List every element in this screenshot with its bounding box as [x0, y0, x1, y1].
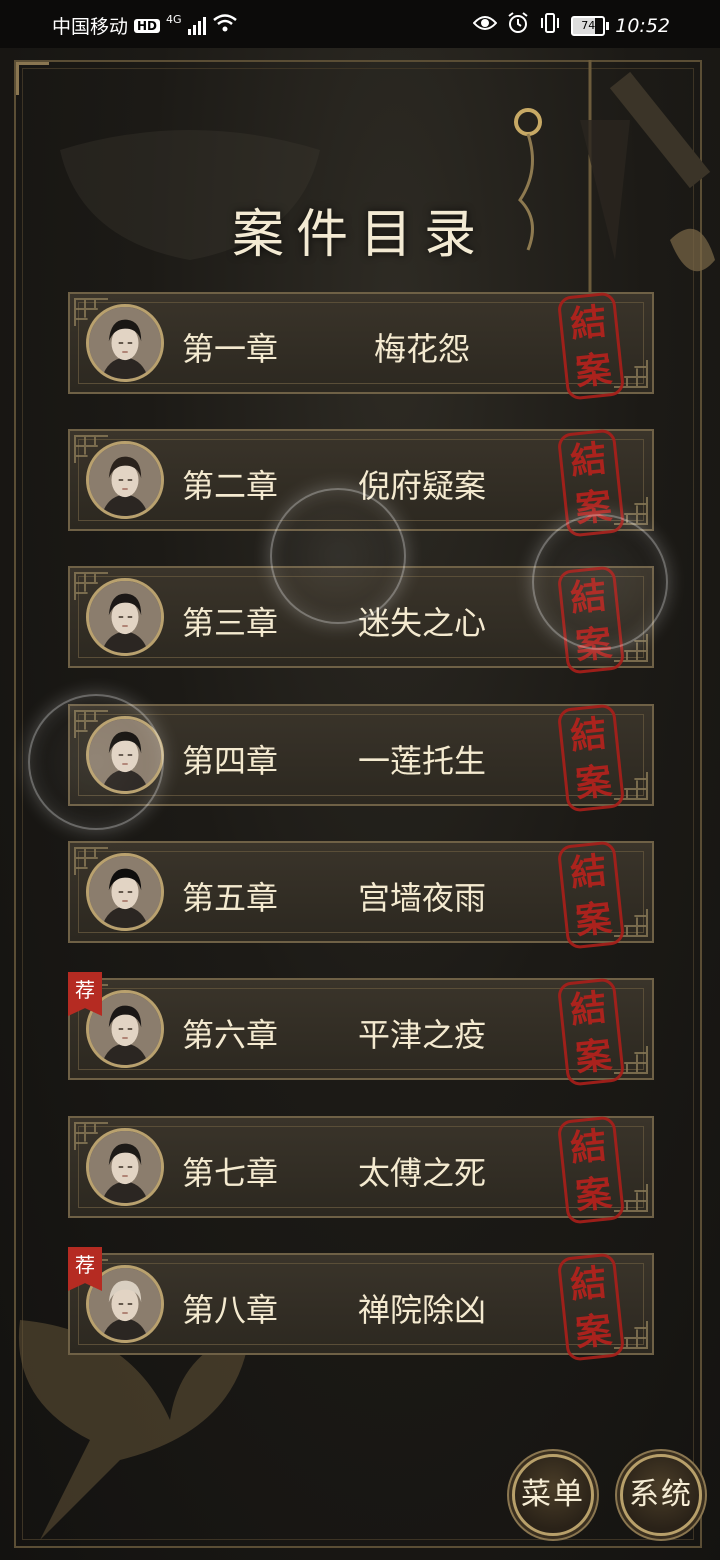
wifi-icon	[212, 13, 238, 38]
character-avatar	[86, 1128, 164, 1206]
status-bar: 中国移动 HD 4G 74 10:52	[0, 0, 720, 48]
seal-character-bottom: 案	[573, 485, 614, 531]
vibrate-icon	[539, 12, 561, 39]
chapter-number: 第六章	[182, 1016, 279, 1054]
case-closed-seal: 結案	[556, 840, 626, 950]
case-closed-seal: 結案	[556, 1252, 626, 1362]
chapter-row[interactable]: 第六章 平津之疫結案荐	[68, 972, 654, 1087]
chapter-row[interactable]: 第四章 一莲托生 結案	[68, 703, 654, 813]
status-left: 中国移动 HD 4G	[52, 12, 238, 39]
chapter-row[interactable]: 第五章 宫墙夜雨 結案	[68, 840, 654, 950]
system-button[interactable]: 系统	[620, 1454, 702, 1536]
seal-character-top: 結	[568, 437, 609, 483]
seal-character-top: 結	[568, 574, 609, 620]
chapter-number: 第三章	[182, 604, 279, 642]
frame-corner-ornament	[16, 62, 49, 95]
case-closed-seal: 結案	[556, 565, 626, 675]
chapter-row[interactable]: 第八章 禅院除凶結案荐	[68, 1247, 654, 1362]
seal-character-bottom: 案	[573, 348, 614, 394]
seal-character-bottom: 案	[573, 1309, 614, 1355]
hd-icon: HD	[134, 18, 161, 33]
battery-icon: 74	[571, 15, 610, 36]
seal-character-bottom: 案	[573, 1034, 614, 1080]
seal-character-top: 結	[568, 712, 609, 758]
chapter-title: 梅花怨	[373, 330, 470, 368]
carrier-name: 中国移动	[52, 16, 129, 38]
seal-character-bottom: 案	[573, 897, 614, 943]
alarm-icon	[507, 12, 529, 39]
status-right: 74 10:52	[472, 12, 670, 39]
character-avatar	[86, 304, 164, 382]
character-avatar	[86, 578, 164, 656]
chapter-row[interactable]: 第二章 倪府疑案 結案	[68, 428, 654, 538]
network-type: 4G	[166, 13, 182, 26]
chapter-title: 宫墙夜雨	[357, 879, 486, 917]
seal-character-bottom: 案	[573, 760, 614, 806]
chapter-number: 第二章	[182, 467, 279, 505]
character-avatar	[86, 716, 164, 794]
chapter-title: 平津之疫	[357, 1016, 486, 1054]
page-title: 案件目录	[231, 205, 488, 265]
chapter-row[interactable]: 第七章 太傅之死 結案	[68, 1115, 654, 1225]
signal-icon	[187, 16, 206, 35]
chapter-title: 太傅之死	[357, 1154, 486, 1192]
eye-comfort-icon	[472, 14, 498, 37]
chapter-number: 第八章	[182, 1291, 279, 1329]
chapter-title: 迷失之心	[357, 604, 486, 642]
chapter-number: 第七章	[182, 1154, 279, 1192]
character-avatar	[86, 441, 164, 519]
chapter-title: 一莲托生	[357, 742, 486, 780]
chapter-row[interactable]: 第一章 梅花怨 結案	[68, 291, 654, 401]
seal-character-top: 結	[568, 849, 609, 895]
clock-time: 10:52	[615, 14, 670, 37]
case-closed-seal: 結案	[556, 977, 626, 1087]
seal-character-top: 結	[568, 1124, 609, 1170]
case-closed-seal: 結案	[556, 1115, 626, 1225]
character-avatar	[86, 853, 164, 931]
seal-character-bottom: 案	[573, 1172, 614, 1218]
menu-button[interactable]: 菜单	[512, 1454, 594, 1536]
seal-character-top: 結	[568, 300, 609, 346]
seal-character-top: 結	[568, 1261, 609, 1307]
case-closed-seal: 結案	[556, 428, 626, 538]
case-catalog-screen: 中国移动 HD 4G 74 10:52 案件目录 第一章 梅花怨 結 案 第二章…	[0, 0, 720, 1560]
seal-character-bottom: 案	[573, 622, 614, 668]
chapter-number: 第五章	[182, 879, 279, 917]
case-closed-seal: 結案	[556, 703, 626, 813]
chapter-title: 禅院除凶	[357, 1291, 486, 1329]
case-closed-seal: 結案	[556, 291, 626, 401]
chapter-row[interactable]: 第三章 迷失之心 結案	[68, 565, 654, 675]
chapter-number: 第一章	[182, 330, 279, 368]
seal-character-top: 結	[568, 986, 609, 1032]
chapter-title: 倪府疑案	[357, 467, 486, 505]
chapter-number: 第四章	[182, 742, 279, 780]
